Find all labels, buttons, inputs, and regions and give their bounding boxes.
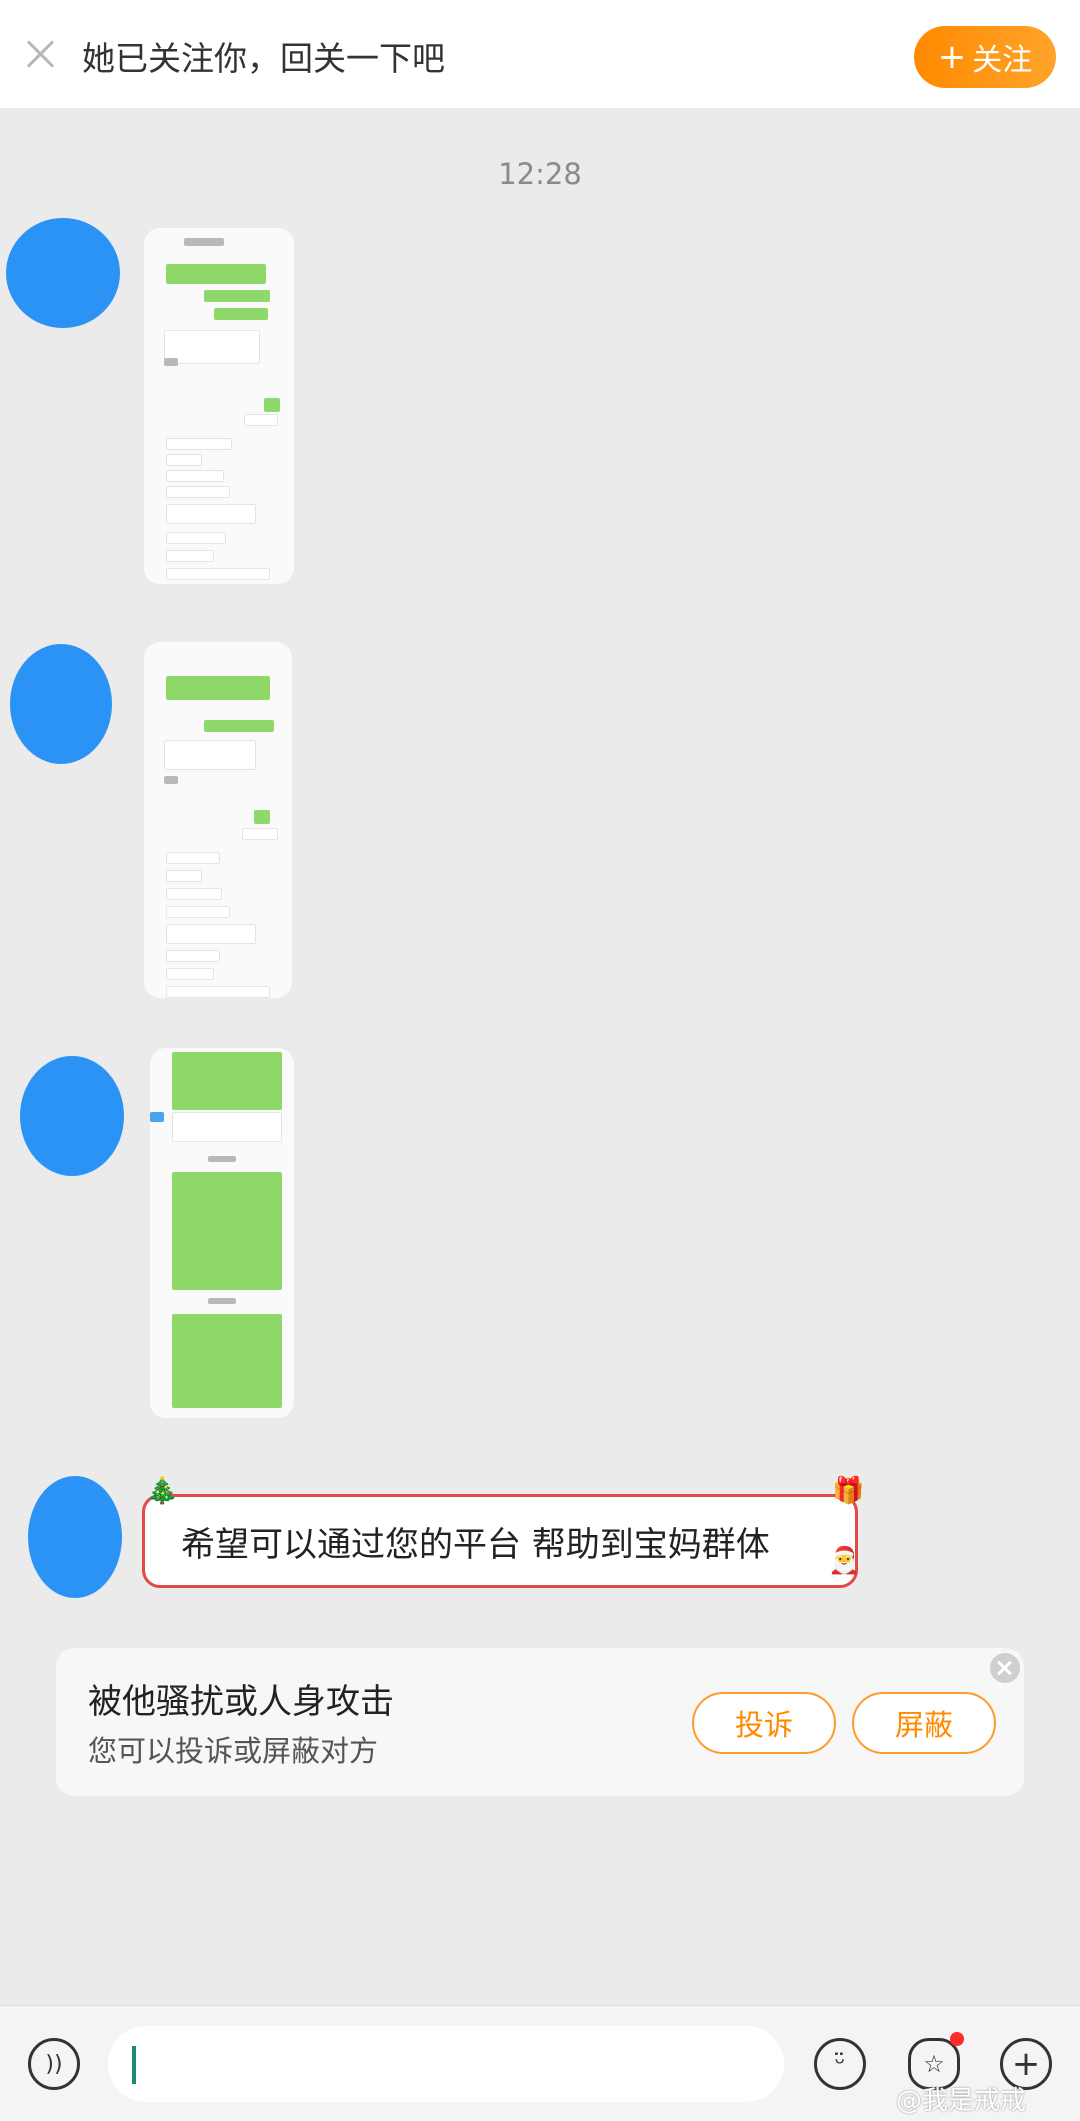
voice-icon[interactable]: )) [28,2038,80,2090]
block-button[interactable]: 屏蔽 [852,1692,996,1754]
chat-screenshot-image[interactable] [144,228,294,584]
avatar[interactable] [28,1476,122,1598]
avatar[interactable] [10,644,112,764]
close-icon[interactable] [22,36,58,72]
emoji-icon[interactable]: ᵕ̈ [814,2038,866,2090]
follow-prompt-text: 她已关注你，回关一下吧 [82,39,445,78]
report-button[interactable]: 投诉 [692,1692,836,1754]
chat-screenshot-image[interactable] [150,1048,294,1418]
text-message-bubble[interactable]: 希望可以通过您的平台 帮助到宝妈群体 [142,1494,858,1588]
card-subtitle: 您可以投诉或屏蔽对方 [88,1734,379,1768]
notification-dot [950,2032,964,2046]
message-input[interactable] [108,2026,784,2102]
santa-hat-icon: 🎅 [828,1546,861,1576]
harassment-card: 被他骚扰或人身攻击 您可以投诉或屏蔽对方 投诉 屏蔽 [56,1648,1024,1796]
plus-icon: + [937,37,967,77]
close-card-icon[interactable] [990,1653,1020,1683]
ornament-icon: 🎁 [832,1476,865,1506]
follow-prompt-bar: 她已关注你，回关一下吧 + 关注 [0,0,1080,108]
watermark: @我是戒戒 [896,2086,1027,2116]
message-text: 希望可以通过您的平台 帮助到宝妈群体 [181,1524,770,1565]
text-cursor [132,2046,136,2084]
card-title: 被他骚扰或人身攻击 [88,1682,394,1722]
follow-button-label: 关注 [972,43,1033,78]
holly-icon: 🎄 [146,1476,179,1506]
avatar[interactable] [20,1056,124,1176]
follow-button[interactable]: + 关注 [914,26,1056,88]
avatar[interactable] [6,218,120,328]
message-timestamp: 12:28 [498,157,582,191]
chat-screenshot-image[interactable] [144,642,292,998]
